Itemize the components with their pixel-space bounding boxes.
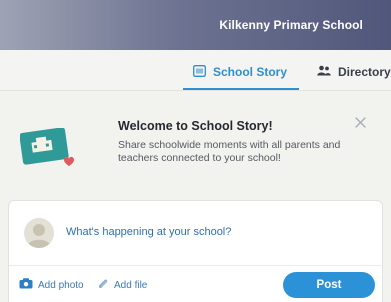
avatar <box>24 218 54 248</box>
add-photo-button[interactable]: Add photo <box>19 278 84 292</box>
top-header-bar: Kilkenny Primary School <box>0 0 391 50</box>
tab-directory-label: Directory <box>338 65 391 79</box>
tab-divider <box>0 90 391 91</box>
close-icon[interactable] <box>352 114 370 132</box>
camera-icon <box>19 278 33 292</box>
add-file-label: Add file <box>114 280 148 291</box>
composer-divider <box>9 265 382 266</box>
add-file-button[interactable]: Add file <box>97 278 147 293</box>
tab-school-story[interactable]: School Story <box>193 61 287 83</box>
paperclip-icon <box>97 278 109 293</box>
tab-bar: School Story Directory <box>0 50 391 90</box>
post-input[interactable]: What's happening at your school? <box>66 226 231 238</box>
tab-school-story-label: School Story <box>213 65 288 79</box>
welcome-description: Share schoolwide moments with all parent… <box>118 139 341 164</box>
welcome-title: Welcome to School Story! <box>118 119 273 133</box>
people-icon <box>317 65 331 79</box>
welcome-banner: Welcome to School Story! Share schoolwid… <box>0 108 391 182</box>
tab-directory[interactable]: Directory <box>317 61 391 83</box>
school-story-icon <box>193 64 206 80</box>
post-composer: What's happening at your school? Add pho… <box>8 200 383 302</box>
school-illustration-icon <box>19 127 82 170</box>
school-name: Kilkenny Primary School <box>219 18 363 32</box>
add-photo-label: Add photo <box>38 279 84 291</box>
post-button[interactable]: Post <box>283 272 375 298</box>
